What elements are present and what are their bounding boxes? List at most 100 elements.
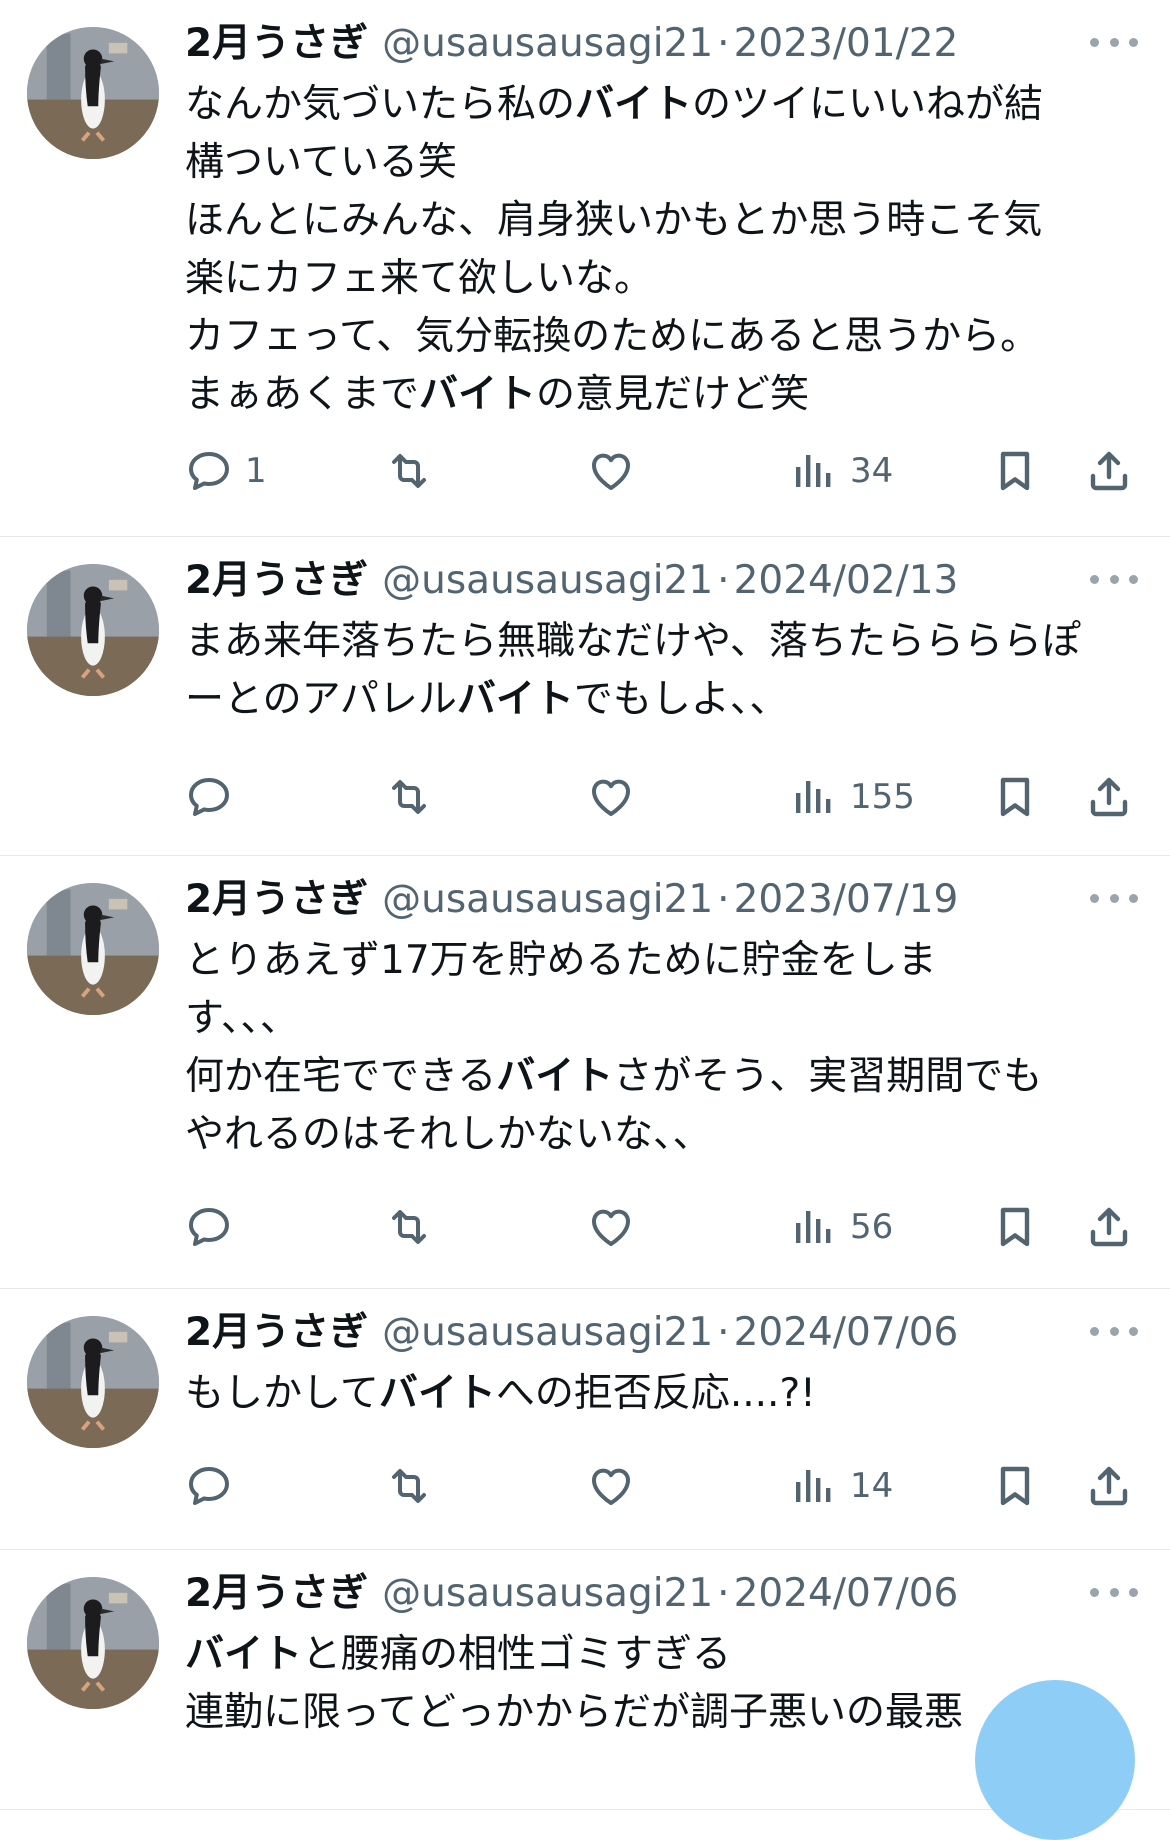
bookmark-button[interactable] xyxy=(991,1199,1039,1255)
retweet-button[interactable] xyxy=(385,769,433,825)
separator-dot: · xyxy=(717,877,730,922)
more-options-button[interactable] xyxy=(1090,1311,1138,1351)
bar-chart-icon xyxy=(790,447,838,495)
reply-button[interactable] xyxy=(185,769,245,825)
bar-chart-icon xyxy=(790,1462,838,1510)
tweet-text: もしかしてバイトへの拒否反応....?! xyxy=(185,1365,1125,1423)
user-handle[interactable]: @usausausagi21 xyxy=(382,21,713,66)
tweet-date[interactable]: 2024/02/13 xyxy=(734,558,959,603)
bookmark-icon xyxy=(991,773,1039,821)
tweet-text-segment: への拒否反応....?! xyxy=(495,1371,816,1416)
views-button[interactable]: 56 xyxy=(790,1199,893,1255)
bookmark-icon xyxy=(991,1203,1039,1251)
share-button[interactable] xyxy=(1085,769,1133,825)
separator-dot: · xyxy=(717,21,730,66)
avatar[interactable] xyxy=(27,1316,159,1448)
display-name[interactable]: 2月うさぎ xyxy=(185,558,368,603)
user-handle[interactable]: @usausausagi21 xyxy=(382,877,713,922)
like-button[interactable] xyxy=(587,769,635,825)
user-handle[interactable]: @usausausagi21 xyxy=(382,1571,713,1616)
more-options-button[interactable] xyxy=(1090,878,1138,918)
tweet-text-segment: なんか気づいたら私の xyxy=(185,82,576,127)
tweet-text-segment: す、、、 xyxy=(185,996,299,1041)
heart-icon xyxy=(587,447,635,495)
reply-icon xyxy=(185,773,233,821)
keyword-highlight: バイト xyxy=(378,1371,496,1416)
tweet-text-segment: と腰痛の相性ゴミすぎる xyxy=(302,1632,732,1677)
tweet-date[interactable]: 2024/07/06 xyxy=(734,1571,959,1616)
share-icon xyxy=(1085,1203,1133,1251)
more-options-button[interactable] xyxy=(1090,1572,1138,1612)
keyword-highlight: バイト xyxy=(419,372,537,417)
tweet[interactable]: 2月うさぎ @usausausagi21 · 2024/02/13 まあ来年落ちたら無… xyxy=(0,537,1170,856)
tweet-date[interactable]: 2023/07/19 xyxy=(734,877,959,922)
reply-button[interactable] xyxy=(185,1458,245,1514)
retweet-icon xyxy=(385,1203,433,1251)
share-icon xyxy=(1085,1462,1133,1510)
reply-button[interactable]: 1 xyxy=(185,443,267,499)
display-name[interactable]: 2月うさぎ xyxy=(185,877,368,922)
separator-dot: · xyxy=(717,1571,730,1616)
tweet-text-segment: まあ来年落ちたら無職なだけや、落ちたららららぽ xyxy=(185,619,1081,664)
tweet-header: 2月うさぎ @usausausagi21 · 2023/01/22 xyxy=(185,16,958,72)
user-handle[interactable]: @usausausagi21 xyxy=(382,558,713,603)
tweet-text-segment: カフェって、気分転換のためにあると思うから。 xyxy=(185,314,1040,359)
views-button[interactable]: 14 xyxy=(790,1458,893,1514)
more-options-button[interactable] xyxy=(1090,559,1138,599)
keyword-highlight: バイト xyxy=(496,1054,614,1099)
tweet[interactable]: 2月うさぎ @usausausagi21 · 2023/01/22 なんか気づいたら私… xyxy=(0,0,1170,537)
tweet-text-segment: 構ついている笑 xyxy=(185,140,457,185)
bookmark-button[interactable] xyxy=(991,443,1039,499)
tweet-actions: 155 xyxy=(185,769,1145,825)
tweet[interactable]: 2月うさぎ @usausausagi21 · 2024/07/06 もしかしてバイトへ… xyxy=(0,1289,1170,1550)
keyword-highlight: バイト xyxy=(575,82,693,127)
more-dots-icon xyxy=(1090,893,1099,903)
retweet-button[interactable] xyxy=(385,1199,433,1255)
tweet-text-segment: さがそう、実習期間でも xyxy=(613,1054,1043,1099)
tweet-text-segment: もしかして xyxy=(185,1371,379,1416)
share-icon xyxy=(1085,773,1133,821)
share-button[interactable] xyxy=(1085,1458,1133,1514)
display-name[interactable]: 2月うさぎ xyxy=(185,1310,368,1355)
like-button[interactable] xyxy=(587,1199,635,1255)
tweet-text: なんか気づいたら私のバイトのツイにいいねが結 構ついている笑 ほんとにみんな、肩… xyxy=(185,76,1125,424)
tweet[interactable]: 2月うさぎ @usausausagi21 · 2023/07/19 とりあえず17万を… xyxy=(0,856,1170,1289)
tweet-date[interactable]: 2023/01/22 xyxy=(734,21,959,66)
bookmark-button[interactable] xyxy=(991,1458,1039,1514)
retweet-button[interactable] xyxy=(385,443,433,499)
tweet-date[interactable]: 2024/07/06 xyxy=(734,1310,959,1355)
avatar[interactable] xyxy=(27,883,159,1015)
avatar[interactable] xyxy=(27,1577,159,1709)
retweet-icon xyxy=(385,447,433,495)
more-dots-icon xyxy=(1109,574,1119,584)
retweet-icon xyxy=(385,1462,433,1510)
separator-dot: · xyxy=(717,1310,730,1355)
avatar[interactable] xyxy=(27,564,159,696)
user-handle[interactable]: @usausausagi21 xyxy=(382,1310,713,1355)
avatar[interactable] xyxy=(27,27,159,159)
tweet-text-segment: 連勤に限ってどっかからだが調子悪いの最悪 xyxy=(185,1690,964,1735)
views-button[interactable]: 34 xyxy=(790,443,893,499)
views-button[interactable]: 155 xyxy=(790,769,915,825)
display-name[interactable]: 2月うさぎ xyxy=(185,1571,368,1616)
tweet-text-segment: とりあえず17万を貯めるために貯金をしま xyxy=(185,938,937,983)
tweet-header: 2月うさぎ @usausausagi21 · 2024/07/06 xyxy=(185,1305,958,1361)
share-button[interactable] xyxy=(1085,443,1133,499)
like-button[interactable] xyxy=(587,1458,635,1514)
reply-icon xyxy=(185,1203,233,1251)
more-dots-icon xyxy=(1090,1587,1099,1597)
more-options-button[interactable] xyxy=(1090,22,1138,62)
display-name[interactable]: 2月うさぎ xyxy=(185,21,368,66)
more-dots-icon xyxy=(1109,37,1119,47)
reply-button[interactable] xyxy=(185,1199,245,1255)
bookmark-icon xyxy=(991,1462,1039,1510)
compose-fab-button[interactable] xyxy=(975,1680,1135,1840)
tweet-actions: 1 34 xyxy=(185,443,1145,499)
more-dots-icon xyxy=(1129,1587,1138,1597)
retweet-button[interactable] xyxy=(385,1458,433,1514)
separator-dot: · xyxy=(717,558,730,603)
bookmark-button[interactable] xyxy=(991,769,1039,825)
like-button[interactable] xyxy=(587,443,635,499)
share-button[interactable] xyxy=(1085,1199,1133,1255)
tweet-text: とりあえず17万を貯めるために貯金をしま す、、、 何か在宅でできるバイトさがそ… xyxy=(185,932,1125,1164)
